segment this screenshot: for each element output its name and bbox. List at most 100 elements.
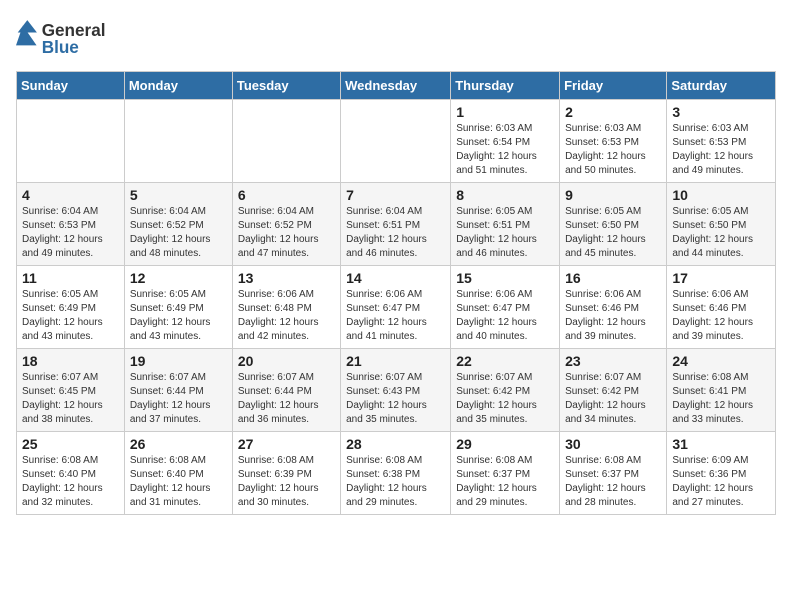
day-detail: Sunrise: 6:08 AM Sunset: 6:41 PM Dayligh… — [672, 371, 770, 427]
day-detail: Sunrise: 6:04 AM Sunset: 6:52 PM Dayligh… — [238, 205, 335, 261]
calendar-cell: 10 Sunrise: 6:05 AM Sunset: 6:50 PM Dayli… — [667, 183, 776, 266]
calendar-cell: 25 Sunrise: 6:08 AM Sunset: 6:40 PM Dayli… — [17, 432, 125, 515]
day-detail: Sunrise: 6:06 AM Sunset: 6:46 PM Dayligh… — [565, 288, 661, 344]
logo: General Blue — [16, 16, 136, 61]
day-detail: Sunrise: 6:07 AM Sunset: 6:44 PM Dayligh… — [238, 371, 335, 427]
calendar-cell: 7Sunrise: 6:04 AM Sunset: 6:51 PM Daylig… — [341, 183, 451, 266]
day-number: 23 — [565, 353, 661, 369]
calendar-cell: 2Sunrise: 6:03 AM Sunset: 6:53 PM Daylig… — [560, 100, 667, 183]
weekday-friday: Friday — [560, 72, 667, 100]
day-number: 26 — [130, 436, 227, 452]
calendar-cell: 30 Sunrise: 6:08 AM Sunset: 6:37 PM Dayli… — [560, 432, 667, 515]
day-detail: Sunrise: 6:05 AM Sunset: 6:50 PM Dayligh… — [672, 205, 770, 261]
day-number: 11 — [22, 270, 119, 286]
day-detail: Sunrise: 6:08 AM Sunset: 6:40 PM Dayligh… — [22, 454, 119, 510]
day-number: 10 — [672, 187, 770, 203]
calendar-table: SundayMondayTuesdayWednesdayThursdayFrid… — [16, 71, 776, 515]
week-row-3: 11 Sunrise: 6:05 AM Sunset: 6:49 PM Dayli… — [17, 266, 776, 349]
day-detail: Sunrise: 6:04 AM Sunset: 6:53 PM Dayligh… — [22, 205, 119, 261]
day-detail: Sunrise: 6:03 AM Sunset: 6:54 PM Dayligh… — [456, 122, 554, 178]
day-number: 2 — [565, 104, 661, 120]
day-number: 28 — [346, 436, 445, 452]
week-row-5: 25 Sunrise: 6:08 AM Sunset: 6:40 PM Dayli… — [17, 432, 776, 515]
day-number: 16 — [565, 270, 661, 286]
day-detail: Sunrise: 6:08 AM Sunset: 6:37 PM Dayligh… — [565, 454, 661, 510]
day-detail: Sunrise: 6:07 AM Sunset: 6:44 PM Dayligh… — [130, 371, 227, 427]
day-number: 21 — [346, 353, 445, 369]
weekday-header-row: SundayMondayTuesdayWednesdayThursdayFrid… — [17, 72, 776, 100]
calendar-cell: 15 Sunrise: 6:06 AM Sunset: 6:47 PM Dayli… — [451, 266, 560, 349]
page-header: General Blue — [16, 16, 776, 61]
calendar-cell: 14Sunrise: 6:06 AM Sunset: 6:47 PM Dayli… — [341, 266, 451, 349]
calendar-cell: 5 Sunrise: 6:04 AM Sunset: 6:52 PM Daylig… — [124, 183, 232, 266]
day-detail: Sunrise: 6:03 AM Sunset: 6:53 PM Dayligh… — [672, 122, 770, 178]
day-detail: Sunrise: 6:04 AM Sunset: 6:52 PM Dayligh… — [130, 205, 227, 261]
calendar-cell — [124, 100, 232, 183]
day-number: 22 — [456, 353, 554, 369]
calendar-cell: 12Sunrise: 6:05 AM Sunset: 6:49 PM Dayli… — [124, 266, 232, 349]
day-number: 19 — [130, 353, 227, 369]
calendar-cell: 21 Sunrise: 6:07 AM Sunset: 6:43 PM Dayli… — [341, 349, 451, 432]
day-number: 1 — [456, 104, 554, 120]
calendar-cell: 8 Sunrise: 6:05 AM Sunset: 6:51 PM Daylig… — [451, 183, 560, 266]
day-detail: Sunrise: 6:07 AM Sunset: 6:43 PM Dayligh… — [346, 371, 445, 427]
day-number: 25 — [22, 436, 119, 452]
calendar-cell: 1 Sunrise: 6:03 AM Sunset: 6:54 PM Daylig… — [451, 100, 560, 183]
calendar-cell: 31 Sunrise: 6:09 AM Sunset: 6:36 PM Dayli… — [667, 432, 776, 515]
weekday-thursday: Thursday — [451, 72, 560, 100]
day-number: 8 — [456, 187, 554, 203]
day-number: 24 — [672, 353, 770, 369]
day-detail: Sunrise: 6:05 AM Sunset: 6:50 PM Dayligh… — [565, 205, 661, 261]
calendar-cell: 24 Sunrise: 6:08 AM Sunset: 6:41 PM Dayli… — [667, 349, 776, 432]
day-number: 31 — [672, 436, 770, 452]
day-number: 14 — [346, 270, 445, 286]
weekday-sunday: Sunday — [17, 72, 125, 100]
calendar-cell: 19 Sunrise: 6:07 AM Sunset: 6:44 PM Dayli… — [124, 349, 232, 432]
calendar-cell: 26Sunrise: 6:08 AM Sunset: 6:40 PM Dayli… — [124, 432, 232, 515]
day-detail: Sunrise: 6:05 AM Sunset: 6:49 PM Dayligh… — [22, 288, 119, 344]
calendar-cell: 20 Sunrise: 6:07 AM Sunset: 6:44 PM Dayli… — [232, 349, 340, 432]
day-detail: Sunrise: 6:06 AM Sunset: 6:47 PM Dayligh… — [456, 288, 554, 344]
day-number: 3 — [672, 104, 770, 120]
week-row-2: 4 Sunrise: 6:04 AM Sunset: 6:53 PM Daylig… — [17, 183, 776, 266]
day-detail: Sunrise: 6:07 AM Sunset: 6:45 PM Dayligh… — [22, 371, 119, 427]
calendar-cell: 18 Sunrise: 6:07 AM Sunset: 6:45 PM Dayli… — [17, 349, 125, 432]
day-number: 30 — [565, 436, 661, 452]
day-number: 27 — [238, 436, 335, 452]
calendar-cell: 28 Sunrise: 6:08 AM Sunset: 6:38 PM Dayli… — [341, 432, 451, 515]
day-number: 5 — [130, 187, 227, 203]
day-number: 29 — [456, 436, 554, 452]
day-detail: Sunrise: 6:09 AM Sunset: 6:36 PM Dayligh… — [672, 454, 770, 510]
calendar-cell — [341, 100, 451, 183]
calendar-cell: 4 Sunrise: 6:04 AM Sunset: 6:53 PM Daylig… — [17, 183, 125, 266]
day-number: 7 — [346, 187, 445, 203]
calendar-cell: 3 Sunrise: 6:03 AM Sunset: 6:53 PM Daylig… — [667, 100, 776, 183]
day-number: 17 — [672, 270, 770, 286]
day-number: 4 — [22, 187, 119, 203]
day-detail: Sunrise: 6:05 AM Sunset: 6:51 PM Dayligh… — [456, 205, 554, 261]
day-detail: Sunrise: 6:08 AM Sunset: 6:39 PM Dayligh… — [238, 454, 335, 510]
calendar-cell: 6 Sunrise: 6:04 AM Sunset: 6:52 PM Daylig… — [232, 183, 340, 266]
day-detail: Sunrise: 6:07 AM Sunset: 6:42 PM Dayligh… — [565, 371, 661, 427]
calendar-cell — [232, 100, 340, 183]
calendar-cell: 27 Sunrise: 6:08 AM Sunset: 6:39 PM Dayli… — [232, 432, 340, 515]
day-detail: Sunrise: 6:05 AM Sunset: 6:49 PM Dayligh… — [130, 288, 227, 344]
weekday-monday: Monday — [124, 72, 232, 100]
day-number: 6 — [238, 187, 335, 203]
day-number: 9 — [565, 187, 661, 203]
day-number: 20 — [238, 353, 335, 369]
day-number: 15 — [456, 270, 554, 286]
week-row-1: 1 Sunrise: 6:03 AM Sunset: 6:54 PM Daylig… — [17, 100, 776, 183]
weekday-tuesday: Tuesday — [232, 72, 340, 100]
day-detail: Sunrise: 6:06 AM Sunset: 6:46 PM Dayligh… — [672, 288, 770, 344]
day-detail: Sunrise: 6:08 AM Sunset: 6:38 PM Dayligh… — [346, 454, 445, 510]
day-number: 13 — [238, 270, 335, 286]
day-detail: Sunrise: 6:06 AM Sunset: 6:48 PM Dayligh… — [238, 288, 335, 344]
day-detail: Sunrise: 6:08 AM Sunset: 6:37 PM Dayligh… — [456, 454, 554, 510]
calendar-cell: 11 Sunrise: 6:05 AM Sunset: 6:49 PM Dayli… — [17, 266, 125, 349]
logo-svg: General Blue — [16, 16, 136, 61]
weekday-saturday: Saturday — [667, 72, 776, 100]
calendar-cell: 9 Sunrise: 6:05 AM Sunset: 6:50 PM Daylig… — [560, 183, 667, 266]
svg-text:Blue: Blue — [42, 37, 79, 57]
day-number: 18 — [22, 353, 119, 369]
